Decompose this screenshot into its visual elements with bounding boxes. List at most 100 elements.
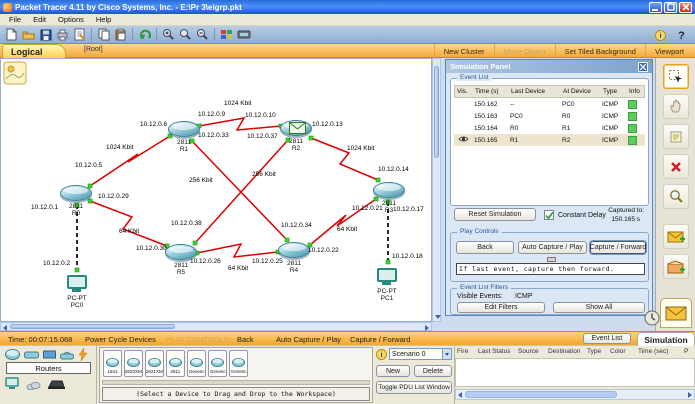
scenario-select[interactable]: Scenario 0: [389, 348, 452, 360]
menu-file[interactable]: File: [3, 15, 27, 24]
zoom-in-icon[interactable]: [160, 27, 177, 43]
scenario-new-button[interactable]: New: [376, 365, 410, 377]
pdu-column-header[interactable]: Destination: [548, 348, 581, 355]
realtime-mode-icon[interactable]: [644, 310, 660, 328]
tab-logical[interactable]: Logical: [2, 44, 66, 58]
pc-PC1[interactable]: [377, 268, 397, 282]
activity-wizard-icon[interactable]: [71, 27, 88, 43]
simulation-mode-icon[interactable]: [660, 298, 692, 328]
serial-link-R5-R4[interactable]: [197, 244, 278, 257]
event-list-toggle-button[interactable]: Event List: [583, 333, 631, 344]
event-row[interactable]: 150.162--PC0ICMP: [454, 98, 645, 110]
constant-delay-checkbox[interactable]: [544, 210, 554, 220]
event-info[interactable]: [626, 112, 643, 121]
column-header[interactable]: Info: [627, 88, 644, 95]
print-icon[interactable]: [54, 27, 71, 43]
copy-icon[interactable]: [95, 27, 112, 43]
pdu-column-header[interactable]: Last Status: [478, 348, 511, 355]
info-indicator[interactable]: [628, 100, 637, 109]
pdu-column-header[interactable]: Color: [610, 348, 626, 355]
magnifier-icon[interactable]: [177, 27, 194, 43]
canvas-vertical-scrollbar[interactable]: [432, 58, 441, 322]
column-header[interactable]: Vis.: [455, 88, 473, 95]
event-row[interactable]: 150.164R0R1ICMP: [454, 122, 645, 134]
back-quick-button[interactable]: Back: [237, 335, 254, 344]
inspect-tool-icon[interactable]: [663, 184, 689, 209]
restore-button[interactable]: [664, 2, 677, 13]
column-header[interactable]: At Device: [561, 88, 601, 95]
delete-tool-icon[interactable]: [663, 154, 689, 179]
note-tool-icon[interactable]: [663, 124, 689, 149]
scroll-down-icon[interactable]: [435, 315, 441, 319]
pdu-column-header[interactable]: Fire: [457, 348, 468, 355]
new-file-icon[interactable]: [3, 27, 20, 43]
router-R4[interactable]: [278, 242, 310, 258]
pdu-column-header[interactable]: Time (sec): [638, 348, 668, 355]
column-header[interactable]: Time (s): [473, 88, 509, 95]
pdu-column-header[interactable]: P: [684, 348, 688, 355]
connections-cat-icon[interactable]: [78, 348, 88, 361]
edit-filters-button[interactable]: Edit Filters: [457, 302, 545, 313]
custom-cat-icon[interactable]: [47, 379, 66, 390]
canvas-horizontal-scrollbar[interactable]: [0, 322, 432, 331]
scroll-thumb[interactable]: [465, 391, 617, 398]
hand-tool-icon[interactable]: [663, 94, 689, 119]
model-2811[interactable]: 2811: [166, 350, 185, 377]
select-tool-icon[interactable]: [663, 64, 689, 89]
cloud-cat-icon[interactable]: [26, 381, 41, 390]
event-row[interactable]: 150.163PC0R0ICMP: [454, 110, 645, 122]
hubs-cat-icon[interactable]: [43, 350, 56, 359]
root-button[interactable]: [Root]: [84, 46, 103, 53]
palette-icon[interactable]: [218, 27, 235, 43]
scroll-left-icon[interactable]: [458, 392, 462, 398]
scroll-thumb[interactable]: [10, 324, 175, 329]
model-list-scrollbar[interactable]: [102, 380, 370, 385]
pdu-column-header[interactable]: Type: [587, 348, 601, 355]
new-cluster-button[interactable]: New Cluster: [434, 44, 494, 58]
pdu-column-header[interactable]: Source: [518, 348, 539, 355]
event-info[interactable]: [626, 136, 643, 145]
viewport-button[interactable]: Viewport: [645, 44, 693, 58]
model-2620xm[interactable]: 2620XM: [124, 350, 143, 377]
custom-device-icon[interactable]: [235, 27, 252, 43]
simulation-panel-header[interactable]: Simulation Panel: [446, 60, 652, 73]
power-cycle-devices-button[interactable]: Power Cycle Devices: [85, 335, 156, 344]
model-generic[interactable]: Generic: [229, 350, 248, 377]
minimize-button[interactable]: [649, 2, 662, 13]
wireless-cat-icon[interactable]: [60, 350, 74, 360]
zoom-out-icon[interactable]: [194, 27, 211, 43]
capture-forward-quick-button[interactable]: Capture / Forward: [350, 335, 410, 344]
speed-slider[interactable]: [547, 257, 556, 262]
auto-capture-quick-button[interactable]: Auto Capture / Play: [276, 335, 341, 344]
info-icon[interactable]: i: [652, 27, 669, 43]
show-all-button[interactable]: Show All: [553, 302, 645, 313]
reset-simulation-button[interactable]: Reset Simulation: [454, 208, 536, 221]
cluster-back-icon[interactable]: [3, 61, 27, 87]
add-simple-pdu-tool-icon[interactable]: [663, 224, 689, 249]
panel-close-icon[interactable]: [638, 62, 648, 72]
toggle-pdu-list-button[interactable]: Toggle PDU List Window: [376, 381, 452, 394]
undo-icon[interactable]: [136, 27, 153, 43]
event-info[interactable]: [626, 100, 643, 109]
capture-forward-button[interactable]: Capture / Forward: [590, 241, 646, 254]
router-R0[interactable]: [60, 185, 92, 201]
pc-PC0[interactable]: [67, 275, 87, 289]
routers-cat-icon[interactable]: [5, 349, 20, 360]
switches-cat-icon[interactable]: [24, 351, 39, 359]
close-button[interactable]: [679, 2, 692, 13]
scenario-delete-button[interactable]: Delete: [414, 365, 452, 377]
menu-help[interactable]: Help: [90, 15, 117, 24]
logical-workspace[interactable]: 2811R02811R12811R22811R32811R42811R5PC-P…: [0, 58, 432, 322]
pdu-scrollbar[interactable]: [455, 389, 695, 400]
event-row[interactable]: 150.165R1R2ICMP: [454, 134, 645, 146]
scenario-info-icon[interactable]: i: [376, 349, 387, 362]
icmp-packet-icon[interactable]: [289, 122, 306, 136]
back-button[interactable]: Back: [456, 241, 514, 254]
model-2621xm[interactable]: 2621XM: [145, 350, 164, 377]
model-generic[interactable]: Generic: [187, 350, 206, 377]
tab-simulation-mode[interactable]: Simulation: [637, 332, 695, 346]
info-indicator[interactable]: [628, 136, 637, 145]
model-1841[interactable]: 1841: [103, 350, 122, 377]
serial-link-R0-R5[interactable]: [90, 201, 167, 246]
add-complex-pdu-tool-icon[interactable]: [663, 254, 689, 279]
